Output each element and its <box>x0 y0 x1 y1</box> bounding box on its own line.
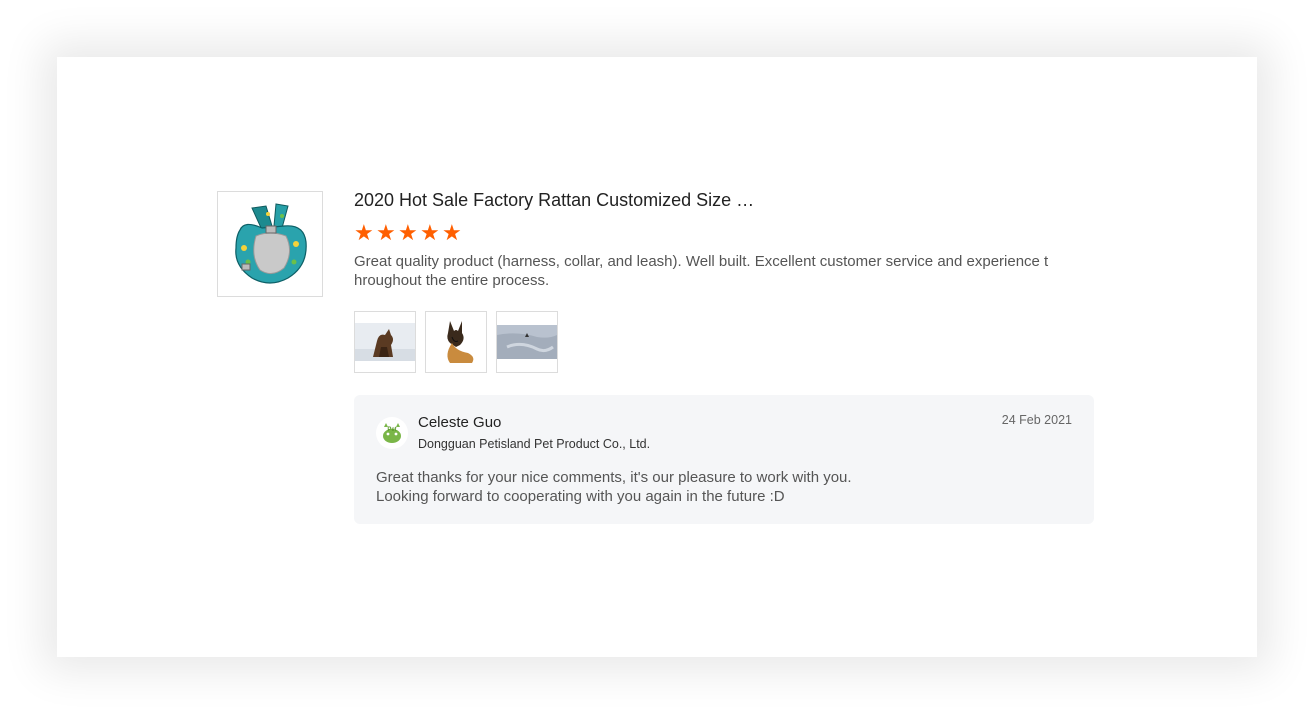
reply-line-1: Great thanks for your nice comments, it'… <box>376 469 852 486</box>
reply-text: Great thanks for your nice comments, it'… <box>376 468 852 506</box>
dog-photo-1 <box>355 323 415 361</box>
reply-author-name: Celeste Guo <box>418 414 502 431</box>
star-icon: ★ <box>354 220 374 245</box>
supplier-reply: Pet Celeste Guo Dongguan Petisland Pet P… <box>354 395 1094 524</box>
review-photo-1[interactable] <box>354 311 416 373</box>
star-icon: ★ <box>376 220 396 245</box>
product-title[interactable]: 2020 Hot Sale Factory Rattan Customized … <box>354 189 1094 211</box>
logo-text: Pet <box>387 427 396 433</box>
reply-line-2: Looking forward to cooperating with you … <box>376 488 785 505</box>
dog-photo-2 <box>426 317 486 367</box>
rating-stars: ★ ★ ★ ★ ★ <box>354 220 1094 245</box>
reply-company-name[interactable]: Dongguan Petisland Pet Product Co., Ltd. <box>418 437 650 451</box>
review-card: 2020 Hot Sale Factory Rattan Customized … <box>57 57 1257 657</box>
star-icon: ★ <box>442 220 462 245</box>
star-icon: ★ <box>420 220 440 245</box>
star-icon: ★ <box>398 220 418 245</box>
dog-photo-3 <box>497 325 557 359</box>
review-photo-2[interactable] <box>425 311 487 373</box>
review-photo-3[interactable] <box>496 311 558 373</box>
product-thumbnail[interactable] <box>217 191 323 297</box>
review-content: 2020 Hot Sale Factory Rattan Customized … <box>354 189 1094 524</box>
reply-date: 24 Feb 2021 <box>1001 413 1072 427</box>
pet-logo-icon: Pet <box>383 423 401 443</box>
harness-image <box>235 203 307 284</box>
review-text: Great quality product (harness, collar, … <box>354 253 1049 289</box>
review-photos <box>354 311 1094 373</box>
supplier-avatar: Pet <box>376 417 408 449</box>
